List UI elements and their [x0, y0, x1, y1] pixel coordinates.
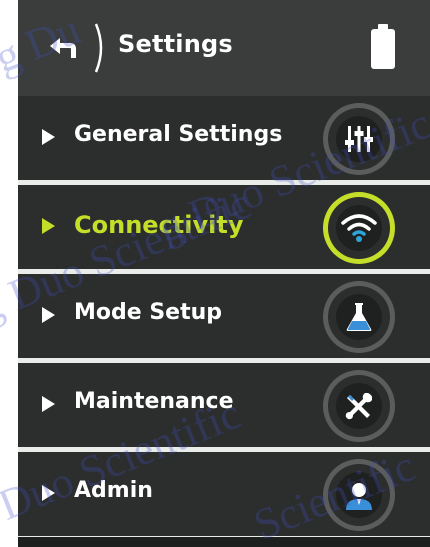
menu-item-maintenance[interactable]: Maintenance — [18, 363, 430, 452]
header-divider — [94, 23, 103, 73]
menu-item-connectivity[interactable]: Connectivity — [18, 185, 430, 274]
tools-icon — [345, 393, 373, 420]
play-arrow-icon — [42, 218, 55, 234]
menu-item-admin[interactable]: Admin — [18, 452, 430, 541]
back-button[interactable] — [36, 30, 90, 64]
menu-item-label: Connectivity — [74, 211, 244, 239]
bottom-bar — [18, 537, 430, 547]
battery-icon — [371, 24, 395, 69]
menu-item-general-settings[interactable]: General Settings — [18, 96, 430, 185]
play-arrow-icon — [42, 485, 55, 501]
header-bar: Settings — [18, 0, 430, 96]
play-arrow-icon — [42, 307, 55, 323]
screen: Settings General Settings Connectivity M… — [0, 0, 430, 547]
flask-icon — [346, 303, 372, 331]
admin-icon-button[interactable] — [328, 464, 390, 526]
user-icon — [346, 483, 372, 510]
play-arrow-icon — [42, 396, 55, 412]
general-settings-icon-button[interactable] — [328, 108, 390, 170]
menu-item-label: General Settings — [74, 122, 283, 147]
sliders-icon — [345, 126, 373, 152]
mode-setup-icon-button[interactable] — [328, 286, 390, 348]
page-title: Settings — [118, 30, 233, 58]
wifi-icon — [341, 214, 377, 242]
menu-item-label: Mode Setup — [74, 300, 223, 325]
maintenance-icon-button[interactable] — [328, 375, 390, 437]
settings-menu: General Settings Connectivity Mode Setup… — [18, 96, 430, 541]
menu-item-label: Admin — [74, 478, 153, 503]
play-arrow-icon — [42, 129, 55, 145]
connectivity-icon-button[interactable] — [328, 197, 390, 259]
back-arrow-icon — [50, 38, 76, 58]
settings-screen: Settings General Settings Connectivity M… — [18, 0, 430, 547]
menu-item-label: Maintenance — [74, 389, 234, 414]
menu-item-mode-setup[interactable]: Mode Setup — [18, 274, 430, 363]
